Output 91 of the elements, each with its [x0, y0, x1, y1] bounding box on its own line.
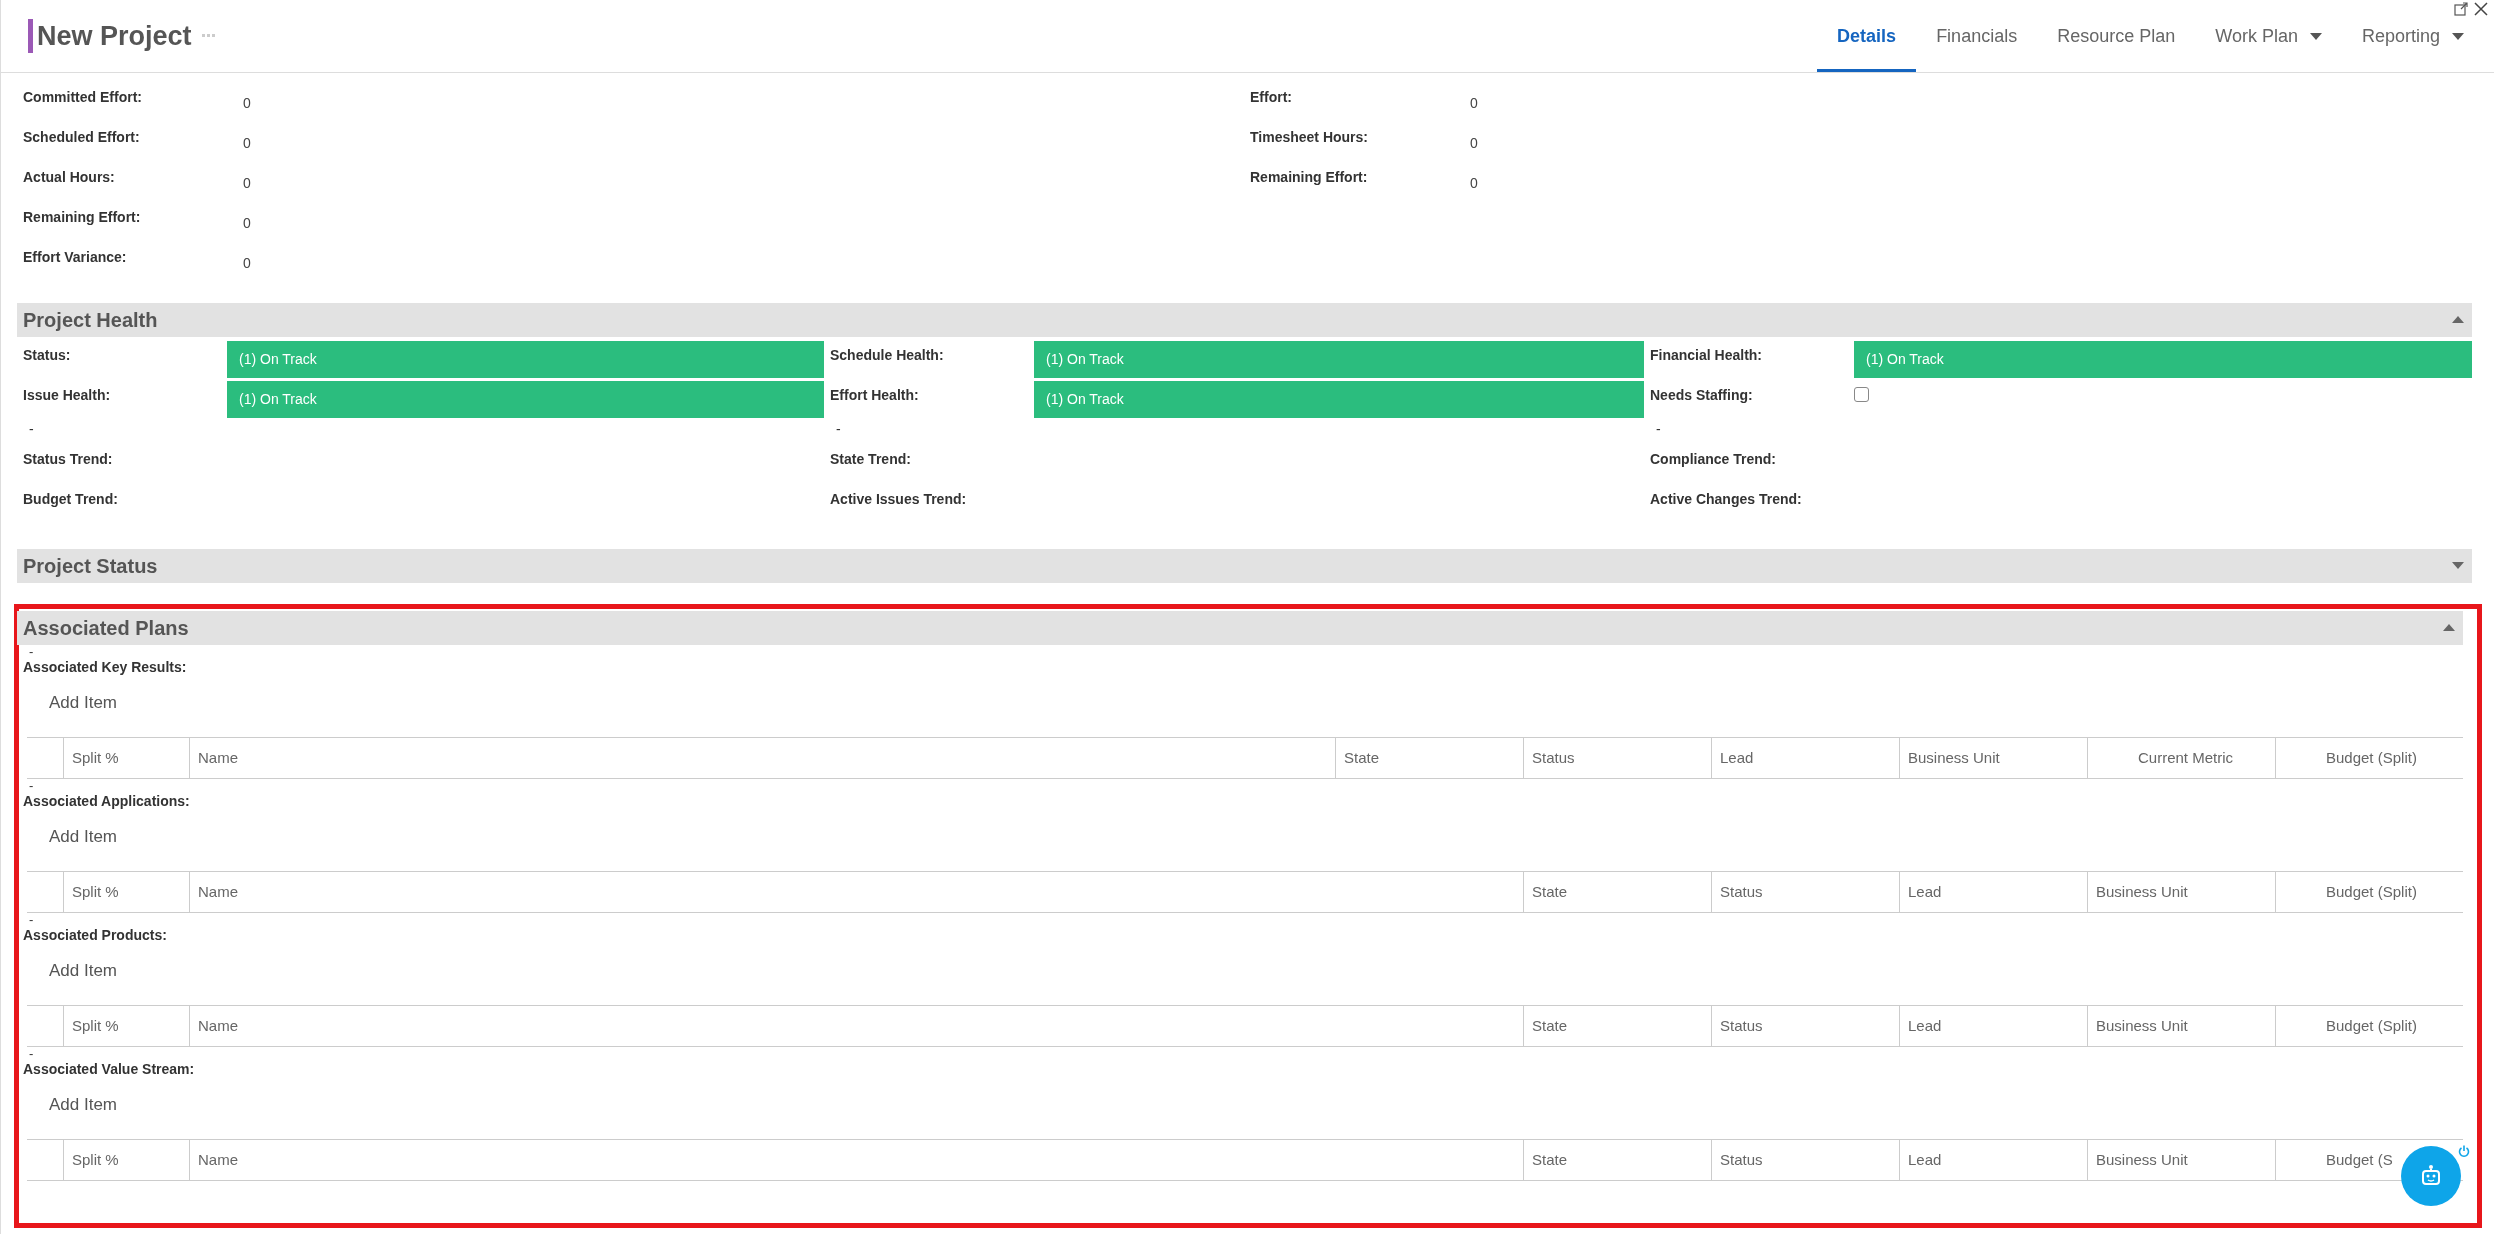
field-label: Effort Health: — [830, 386, 920, 405]
group-label: Associated Value Stream: — [23, 1061, 196, 1079]
section-header[interactable]: Project Status — [17, 549, 2472, 583]
field-label: Timesheet Hours: — [1250, 129, 1369, 147]
dash: - — [28, 421, 34, 439]
column-header[interactable]: Status — [1720, 1017, 1763, 1034]
column-header[interactable]: Name — [198, 1151, 238, 1168]
nav-tab[interactable]: Financials — [1916, 22, 2038, 72]
field-label: Status Trend: — [23, 450, 114, 469]
caret-icon[interactable] — [2452, 316, 2464, 324]
dash: - — [28, 1047, 35, 1061]
field-value: 0 — [243, 134, 251, 153]
caret-icon[interactable] — [2452, 562, 2464, 570]
nav-tab[interactable]: Work Plan — [2195, 22, 2342, 72]
column-header[interactable]: Business Unit — [2096, 1017, 2188, 1034]
field-label: State Trend: — [830, 450, 912, 469]
column-header[interactable]: Split % — [72, 1017, 119, 1034]
column-header[interactable]: Budget (Split) — [2326, 749, 2417, 766]
add-item-link[interactable]: Add Item — [23, 949, 2463, 999]
chatbot-button[interactable] — [2401, 1146, 2461, 1206]
nav-tab[interactable]: Resource Plan — [2037, 22, 2196, 72]
column-header[interactable]: Name — [198, 1017, 238, 1034]
column-header[interactable]: State — [1532, 1017, 1568, 1034]
nav-tab[interactable]: Reporting — [2341, 22, 2484, 72]
field-value: 0 — [1470, 174, 1478, 193]
field-label: Remaining Effort: — [23, 209, 142, 227]
column-header[interactable]: Split % — [72, 1151, 119, 1168]
column-header[interactable]: Status — [1720, 1151, 1763, 1168]
field-value: 0 — [1470, 134, 1478, 153]
caret-icon[interactable] — [2309, 33, 2322, 41]
column-header[interactable]: Name — [198, 883, 238, 900]
field-label: Active Issues Trend: — [830, 490, 968, 509]
dash: - — [835, 421, 841, 439]
field-label: Schedule Health: — [830, 346, 945, 365]
field-label: Remaining Effort: — [1250, 169, 1369, 187]
column-header[interactable]: Budget (Split) — [2326, 883, 2417, 900]
field-label: Financial Health: — [1650, 346, 1764, 365]
add-item-link[interactable]: Add Item — [23, 681, 2463, 731]
field-label: Status: — [23, 346, 72, 365]
field-value: 0 — [243, 174, 251, 193]
field-label: Issue Health: — [23, 386, 112, 405]
field-label: Actual Hours: — [23, 169, 116, 187]
field-label: Budget Trend: — [23, 490, 119, 509]
column-header[interactable]: Budget (Split) — [2326, 1017, 2417, 1034]
column-header[interactable]: Business Unit — [2096, 1151, 2188, 1168]
section-header[interactable]: Project Health — [17, 303, 2472, 337]
column-header[interactable]: Split % — [72, 883, 119, 900]
field-value: 0 — [243, 254, 251, 273]
field-label: Needs Staffing: — [1650, 386, 1754, 405]
column-header[interactable]: State — [1532, 1151, 1568, 1168]
dash: - — [28, 645, 35, 659]
column-header[interactable]: Current Metric — [2138, 749, 2234, 766]
group-label: Associated Key Results: — [23, 659, 188, 677]
section-header[interactable]: Associated Plans — [17, 611, 2463, 645]
column-header[interactable]: Split % — [72, 749, 119, 766]
dash: - — [28, 913, 35, 927]
dash: - — [28, 779, 35, 793]
group-label: Associated Products: — [23, 927, 168, 945]
field-value: 0 — [243, 94, 251, 113]
field-value: 0 — [243, 214, 251, 233]
column-header[interactable]: Lead — [1908, 1151, 1942, 1168]
field-label: Effort: — [1250, 89, 1293, 107]
column-header[interactable]: State — [1344, 749, 1380, 766]
column-header[interactable]: Business Unit — [1908, 749, 2000, 766]
group-label: Associated Applications: — [23, 793, 191, 811]
expand-icon[interactable] — [2454, 2, 2468, 16]
field-label: Committed Effort: — [23, 89, 143, 107]
add-item-link[interactable]: Add Item — [23, 815, 2463, 865]
column-header[interactable]: Status — [1532, 749, 1575, 766]
column-header[interactable]: Lead — [1908, 883, 1942, 900]
column-header[interactable]: Lead — [1908, 1017, 1942, 1034]
column-header[interactable]: Name — [198, 749, 238, 766]
column-header[interactable]: Lead — [1720, 749, 1754, 766]
field-label: Compliance Trend: — [1650, 450, 1778, 469]
nav-tab[interactable]: Details — [1817, 22, 1917, 72]
project-title: New Project — [37, 20, 192, 52]
title-accent-bar — [28, 19, 33, 53]
column-header[interactable]: Business Unit — [2096, 883, 2188, 900]
field-value: 0 — [1470, 94, 1478, 113]
checkbox[interactable] — [1854, 387, 1869, 402]
column-header[interactable]: State — [1532, 883, 1568, 900]
caret-icon[interactable] — [2452, 33, 2464, 41]
field-label: Effort Variance: — [23, 249, 128, 267]
add-item-link[interactable]: Add Item — [23, 1083, 2463, 1133]
dash: - — [1655, 421, 1661, 439]
field-label: Active Changes Trend: — [1650, 490, 1803, 509]
caret-icon[interactable] — [2443, 624, 2455, 632]
close-icon[interactable] — [2474, 2, 2488, 16]
column-header[interactable]: Status — [1720, 883, 1763, 900]
column-header[interactable]: Budget (S — [2326, 1151, 2393, 1168]
field-label: Scheduled Effort: — [23, 129, 141, 147]
